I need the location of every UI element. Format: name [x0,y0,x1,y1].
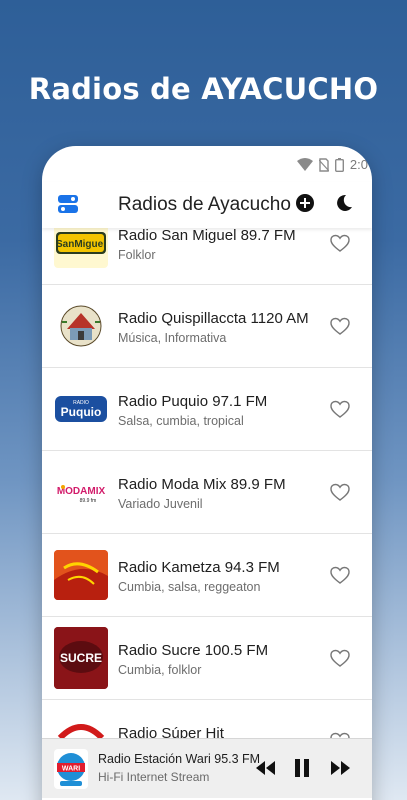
list-item[interactable]: SUCRE Radio Sucre 100.5 FM Cumbia, folkl… [42,617,372,700]
station-genre: Cumbia, salsa, reggeaton [118,580,261,594]
station-list: SanMiguel Radio San Miguel 89.7 FM Folkl… [42,228,372,738]
sim-icon [318,157,329,172]
wifi-icon [296,158,313,171]
list-item[interactable]: RADIO Puquio Radio Puquio 97.1 FM Salsa,… [42,368,372,451]
station-genre: Cumbia, folklor [118,663,202,677]
logo-text: 89.9 fm [80,498,97,504]
moon-icon[interactable] [334,193,354,213]
station-name: Radio Kametza 94.3 FM [118,559,280,576]
logo-text: Puquio [61,405,102,419]
list-item[interactable]: SanMiguel Radio San Miguel 89.7 FM Folkl… [42,228,372,285]
promo-title: Radios de AYACUCHO [28,72,379,106]
status-bar: 2:0 [42,146,372,182]
heart-outline-icon[interactable] [330,234,350,254]
logo-text: WARI [62,766,80,773]
list-item[interactable]: Radio Kametza 94.3 FM Cumbia, salsa, reg… [42,534,372,617]
station-logo: SanMiguel [54,228,108,268]
list-item[interactable]: Radio Súper Hit [42,700,372,738]
station-logo: RADIO Puquio [54,384,108,434]
station-logo: SUCRE [54,627,108,689]
station-logo [54,716,108,738]
fast-forward-icon[interactable] [328,756,352,780]
add-circle-icon[interactable] [295,193,315,213]
station-genre: Música, Informativa [118,331,227,345]
heart-outline-icon[interactable] [330,649,350,669]
station-genre: Variado Juvenil [118,497,203,511]
station-genre: Salsa, cumbia, tropical [118,414,244,428]
list-item[interactable]: MODAMIX 89.9 fm Radio Moda Mix 89.9 FM V… [42,451,372,534]
station-name: Radio Quispillaccta 1120 AM [118,310,309,327]
station-logo: MODAMIX 89.9 fm [54,467,108,517]
station-logo [54,550,108,600]
heart-outline-icon[interactable] [330,483,350,503]
battery-icon [334,157,344,172]
station-name: Radio Sucre 100.5 FM [118,642,269,659]
player-subtitle: Hi-Fi Internet Stream [98,770,210,784]
heart-outline-icon[interactable] [330,400,350,420]
list-item[interactable]: Radio Quispillaccta 1120 AM Música, Info… [42,285,372,368]
logo-text: SanMiguel [56,239,106,250]
phone-frame: 2:0 Radios de Ayacucho SanMiguel Radio S… [42,146,372,800]
pause-icon[interactable] [290,756,314,780]
logo-text: SUCRE [60,651,102,665]
app-title: Radios de Ayacucho [118,194,291,215]
station-name: Radio Súper Hit [118,725,224,738]
rewind-icon[interactable] [254,756,278,780]
app-bar: Radios de Ayacucho [42,182,372,228]
player-station-name: Radio Estación Wari 95.3 FM [98,752,261,766]
station-name: Radio Moda Mix 89.9 FM [118,476,286,493]
menu-toggle-icon[interactable] [58,194,78,214]
station-logo [54,301,108,351]
mini-player[interactable]: WARI Radio Estación Wari 95.3 FM Hi-Fi I… [42,738,372,798]
station-name: Radio Puquio 97.1 FM [118,393,268,410]
heart-outline-icon[interactable] [330,566,350,586]
status-time: 2:0 [349,157,368,172]
heart-outline-icon[interactable] [330,317,350,337]
station-genre: Folklor [118,248,156,262]
player-station-logo: WARI [54,749,88,789]
station-name: Radio San Miguel 89.7 FM [118,228,296,244]
